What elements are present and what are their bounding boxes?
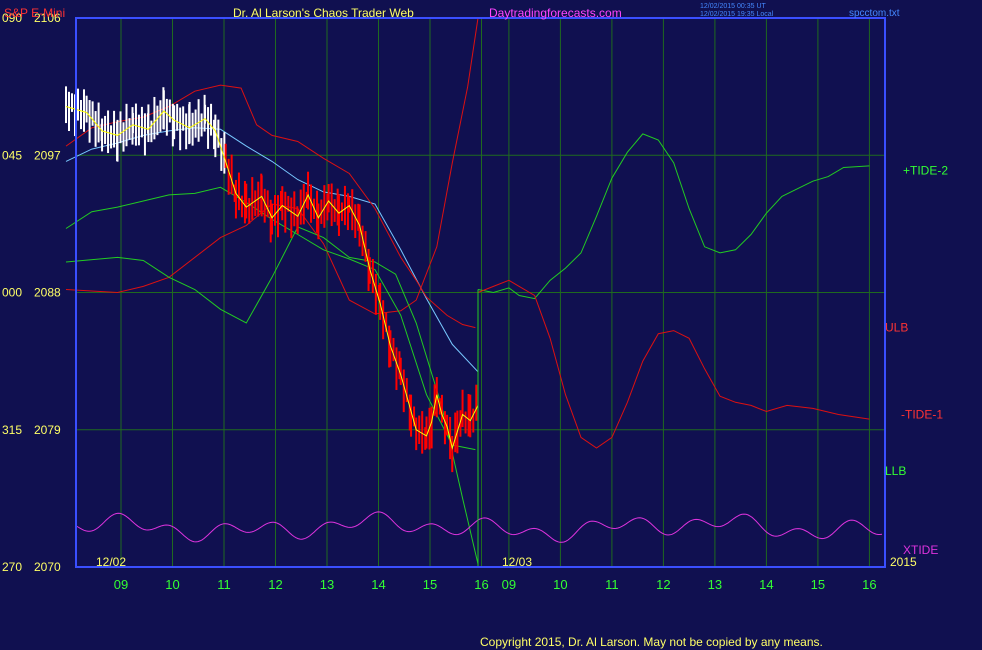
file-label: spcctom.txt [849,8,900,19]
date-label: 12/02 [96,555,126,569]
x-tick-label: 16 [474,577,488,592]
x-tick-label: 10 [553,577,567,592]
labels: 090 2106045 2097000 2088315 2079270 207009 10 1… [2,11,948,592]
site-label[interactable]: Daytradingforecasts.com [489,6,622,20]
x-tick-label: 14 [371,577,385,592]
tide-+tide-2 [477,133,870,300]
x-tick-label: 13 [708,577,722,592]
y-tick-price: 2079 [34,423,61,437]
series-label-ulb: ULB [885,321,908,335]
symbol-label: S&P E-Mini [4,6,65,20]
series-label--tide-1: -TIDE-1 [901,408,943,422]
x-tick-label: 11 [217,577,231,592]
time-local: 12/02/2015 19:35 Local [700,11,774,18]
line-moving-average [65,127,479,373]
date-label: 12/03 [502,555,532,569]
x-tick-label: 12 [656,577,670,592]
x-tick-label: 15 [811,577,825,592]
y-tick-angle: 270 [2,560,22,574]
grid [76,17,885,568]
x-tick-label: 15 [423,577,437,592]
x-tick-label: 11 [605,577,619,592]
x-tick-label: 10 [165,577,179,592]
y-tick-price: 2097 [34,148,61,162]
y-tick-angle: 045 [2,148,22,162]
x-tick-label: 09 [502,577,516,592]
copyright: Copyright 2015, Dr. Al Larson. May not b… [480,635,823,649]
x-tick-label: 14 [759,577,773,592]
series-label-xtide: XTIDE [903,543,938,557]
tide--tide-1 [477,279,870,449]
line-outer-upper [65,17,479,315]
y-tick-angle: 315 [2,423,22,437]
chart: 090 2106045 2097000 2088315 2079270 207009 10 1… [2,3,948,649]
y-tick-price: 2070 [34,560,61,574]
xtide-line [75,511,883,543]
time-utc: 12/02/2015 00:35 UT [700,3,766,10]
x-tick-label: 12 [268,577,282,592]
x-tick-label: 16 [862,577,876,592]
chart-title: Dr. Al Larson's Chaos Trader Web [233,6,414,20]
y-tick-price: 2088 [34,286,61,300]
x-tick-label: 13 [320,577,334,592]
series-label-+tide-2: +TIDE-2 [903,164,948,178]
line-inner-lower [65,226,479,565]
series-label-llb: LLB [885,464,906,478]
y-tick-angle: 000 [2,286,22,300]
x-tick-label: 09 [114,577,128,592]
